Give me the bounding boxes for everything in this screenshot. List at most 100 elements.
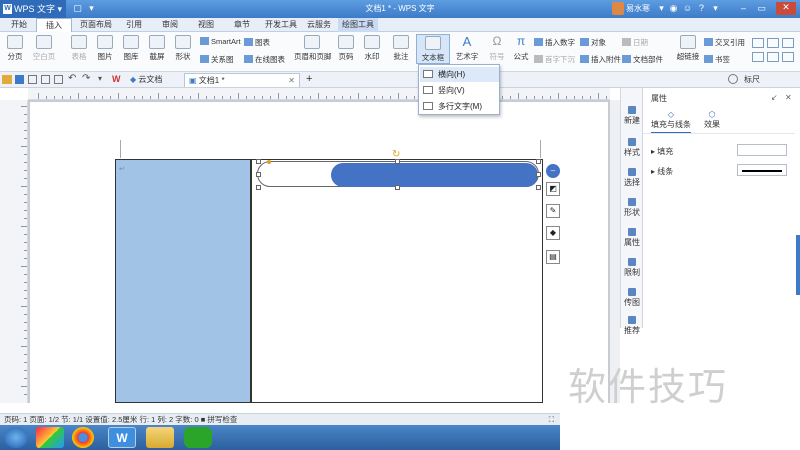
- line-section[interactable]: ▸ 线条: [651, 166, 673, 177]
- tab-effects[interactable]: ⬡ 效果: [699, 110, 725, 130]
- shape-button[interactable]: 形状: [172, 35, 194, 62]
- shape-style-icon[interactable]: ◩: [546, 182, 560, 196]
- cross-reference-button[interactable]: 交叉引用: [704, 37, 745, 48]
- start-button-icon[interactable]: [4, 427, 28, 448]
- insert-number-button[interactable]: 插入数字: [534, 37, 575, 48]
- tab-references[interactable]: 引用: [120, 18, 148, 32]
- resize-handle[interactable]: [536, 159, 541, 164]
- open-folder-icon[interactable]: [2, 75, 12, 84]
- resize-handle[interactable]: [536, 172, 541, 177]
- gallery-button[interactable]: 图库: [120, 35, 142, 62]
- menu-item-vertical[interactable]: 竖向(V): [420, 83, 499, 98]
- resize-handle[interactable]: [256, 185, 261, 190]
- user-name[interactable]: 易水寒: [626, 3, 650, 14]
- picture-button[interactable]: 图片: [94, 35, 116, 62]
- task-tab-style[interactable]: 样式: [621, 138, 643, 158]
- watermark-button[interactable]: 水印: [360, 35, 384, 62]
- layout-options-icon[interactable]: ▤: [546, 250, 560, 264]
- symbol-button[interactable]: Ω 符号: [486, 35, 508, 62]
- menu-item-horizontal[interactable]: 横向(H): [420, 67, 499, 82]
- close-icon[interactable]: ✕: [776, 2, 796, 15]
- tab-cloud[interactable]: 云服务: [304, 18, 334, 32]
- quick-access-dropdown-icon[interactable]: ▾: [98, 74, 102, 83]
- tab-cloud-docs[interactable]: ◆ 云文档: [126, 73, 166, 87]
- task-tab-select[interactable]: 选择: [621, 168, 643, 188]
- task-tab-restrict[interactable]: 限制: [621, 258, 643, 278]
- tab-insert[interactable]: 插入: [36, 18, 72, 32]
- help-icon[interactable]: ?: [696, 3, 707, 14]
- gallery-item-icon[interactable]: [782, 52, 794, 62]
- fill-color-selector[interactable]: [737, 144, 787, 156]
- menu-item-multiline[interactable]: 多行文字(M): [420, 99, 499, 114]
- ruler-toggle[interactable]: 标尺: [744, 74, 760, 85]
- resize-handle[interactable]: [536, 185, 541, 190]
- task-tab-new[interactable]: 新建: [621, 106, 643, 126]
- screenshot-button[interactable]: 截屏: [146, 35, 168, 62]
- comment-button[interactable]: 批注: [390, 35, 412, 62]
- minimize-icon[interactable]: –: [738, 3, 749, 14]
- search-icon[interactable]: [728, 74, 738, 84]
- gallery-item-icon[interactable]: [782, 38, 794, 48]
- horizontal-ruler[interactable]: [28, 88, 610, 100]
- app-launcher-icon[interactable]: [36, 427, 64, 448]
- tab-start[interactable]: 开始: [4, 18, 34, 32]
- blank-page-button[interactable]: 空白页: [30, 35, 58, 62]
- wordart-button[interactable]: A 艺术字: [452, 35, 482, 62]
- tab-page-layout[interactable]: 页面布局: [74, 18, 118, 32]
- tab-chapter[interactable]: 章节: [228, 18, 256, 32]
- close-icon[interactable]: ✕: [785, 93, 792, 102]
- blue-rounded-shape[interactable]: [331, 163, 538, 187]
- gallery-item-icon[interactable]: [752, 52, 764, 62]
- smartart-button[interactable]: SmartArt: [200, 37, 241, 46]
- side-scroll-indicator[interactable]: [796, 235, 800, 295]
- hyperlink-button[interactable]: 超链接: [674, 35, 702, 62]
- menu-icon[interactable]: ▾: [710, 3, 721, 14]
- adjust-handle[interactable]: [267, 160, 271, 164]
- textbox-button[interactable]: 文本框: [416, 34, 450, 64]
- bookmark-button[interactable]: 书签: [704, 54, 730, 65]
- task-tab-recommend[interactable]: 推荐: [621, 316, 643, 336]
- relationship-chart-button[interactable]: 关系图: [200, 54, 234, 65]
- page-break-button[interactable]: 分页: [4, 35, 26, 62]
- tab-fill-line[interactable]: ◇ 填充与线条: [651, 110, 691, 134]
- new-tab-button[interactable]: +: [302, 73, 316, 87]
- close-tab-icon[interactable]: ✕: [288, 74, 295, 88]
- feedback-icon[interactable]: ☺: [682, 3, 693, 14]
- blue-table-column[interactable]: [115, 159, 251, 403]
- chart-button[interactable]: 图表: [244, 37, 270, 48]
- pin-icon[interactable]: ↙: [771, 93, 778, 102]
- export-pdf-icon[interactable]: [54, 75, 63, 84]
- resize-handle[interactable]: [256, 159, 261, 164]
- print-icon[interactable]: [28, 75, 37, 84]
- gallery-item-icon[interactable]: [767, 52, 779, 62]
- tab-view[interactable]: 视图: [192, 18, 220, 32]
- task-tab-shape[interactable]: 形状: [621, 198, 643, 218]
- tab-developer[interactable]: 开发工具: [262, 18, 300, 32]
- header-footer-button[interactable]: 页眉和页脚: [294, 35, 332, 62]
- maximize-icon[interactable]: ▭: [756, 3, 767, 14]
- date-button[interactable]: 日期: [622, 37, 648, 48]
- quick-style-gallery[interactable]: [752, 38, 796, 66]
- save-icon[interactable]: [15, 75, 24, 84]
- resize-handle[interactable]: [395, 185, 400, 190]
- task-tab-upload-image[interactable]: 传图: [621, 288, 643, 308]
- collapse-icon[interactable]: –: [546, 164, 560, 178]
- wechat-icon[interactable]: [184, 427, 212, 448]
- wps-taskbar-icon[interactable]: W: [108, 427, 136, 448]
- print-preview-icon[interactable]: [41, 75, 50, 84]
- avatar[interactable]: [612, 2, 624, 15]
- skin-icon[interactable]: ◉: [668, 3, 679, 14]
- chrome-icon[interactable]: [72, 427, 94, 448]
- page-number-button[interactable]: 页码: [334, 35, 358, 62]
- user-dropdown-icon[interactable]: ▾: [656, 3, 667, 14]
- rotate-handle-icon[interactable]: ↻: [392, 149, 400, 160]
- task-tab-properties[interactable]: 属性: [621, 228, 643, 248]
- resize-handle[interactable]: [256, 172, 261, 177]
- tab-document1[interactable]: ▣ 文档1 * ✕: [184, 73, 300, 87]
- table-button[interactable]: 表格: [68, 35, 90, 62]
- online-chart-button[interactable]: 在线图表: [244, 54, 285, 65]
- gallery-item-icon[interactable]: [767, 38, 779, 48]
- gallery-item-icon[interactable]: [752, 38, 764, 48]
- doc-parts-button[interactable]: 文档部件: [622, 54, 663, 65]
- undo-icon[interactable]: ↶: [68, 73, 76, 84]
